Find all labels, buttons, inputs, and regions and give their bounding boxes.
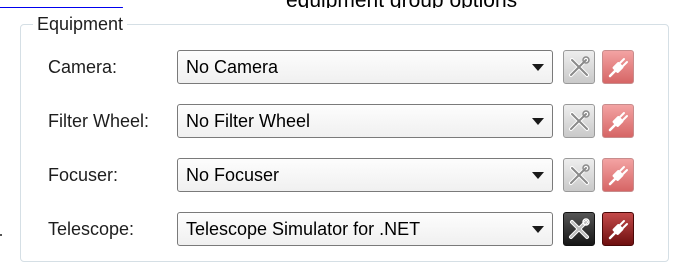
edge-tick-mark [0,234,2,236]
telescope-connect-button[interactable] [602,212,634,246]
telescope-select[interactable]: Telescope Simulator for .NET [177,212,553,246]
focuser-select-value: No Focuser [186,165,280,185]
filter-wheel-label: Filter Wheel: [48,111,150,131]
filter-wheel-connect-button[interactable] [602,104,634,138]
camera-select-value: No Camera [186,57,279,77]
equipment-row-filter-wheel: Filter Wheel: No Filter Wheel [0,100,681,142]
camera-connect-button[interactable] [602,50,634,84]
plug-icon [608,112,628,132]
dropdown-arrow-icon [532,118,544,125]
dropdown-arrow-icon [532,172,544,179]
plug-icon [608,220,628,240]
plug-icon [608,58,628,78]
equipment-row-camera: Camera: No Camera [0,46,681,88]
focuser-select[interactable]: No Focuser [177,158,553,192]
plug-icon [608,166,628,186]
equipment-row-telescope: Telescope: Telescope Simulator for .NET [0,208,681,250]
focuser-label: Focuser: [48,165,119,185]
top-clipped-line: _____________ equipment group options [0,0,681,8]
focuser-connect-button[interactable] [602,158,634,192]
dropdown-arrow-icon [532,64,544,71]
filter-wheel-select[interactable]: No Filter Wheel [177,104,553,138]
equipment-groupbox-title: Equipment [33,11,128,37]
telescope-setup-button[interactable] [563,212,595,246]
top-link-fragment[interactable]: _____________ [0,0,123,8]
equipment-row-focuser: Focuser: No Focuser [0,154,681,196]
telescope-label: Telescope: [48,219,135,239]
telescope-select-value: Telescope Simulator for .NET [186,219,421,239]
filter-wheel-select-value: No Filter Wheel [186,111,311,131]
tools-icon [569,164,590,185]
camera-select[interactable]: No Camera [177,50,553,84]
top-text-fragment: equipment group options [286,0,517,8]
camera-setup-button[interactable] [563,50,595,84]
tools-icon [569,56,590,77]
filter-wheel-setup-button[interactable] [563,104,595,138]
tools-icon [569,110,590,131]
focuser-setup-button[interactable] [563,158,595,192]
tools-icon [569,218,590,239]
dropdown-arrow-icon [532,226,544,233]
camera-label: Camera: [48,57,118,77]
